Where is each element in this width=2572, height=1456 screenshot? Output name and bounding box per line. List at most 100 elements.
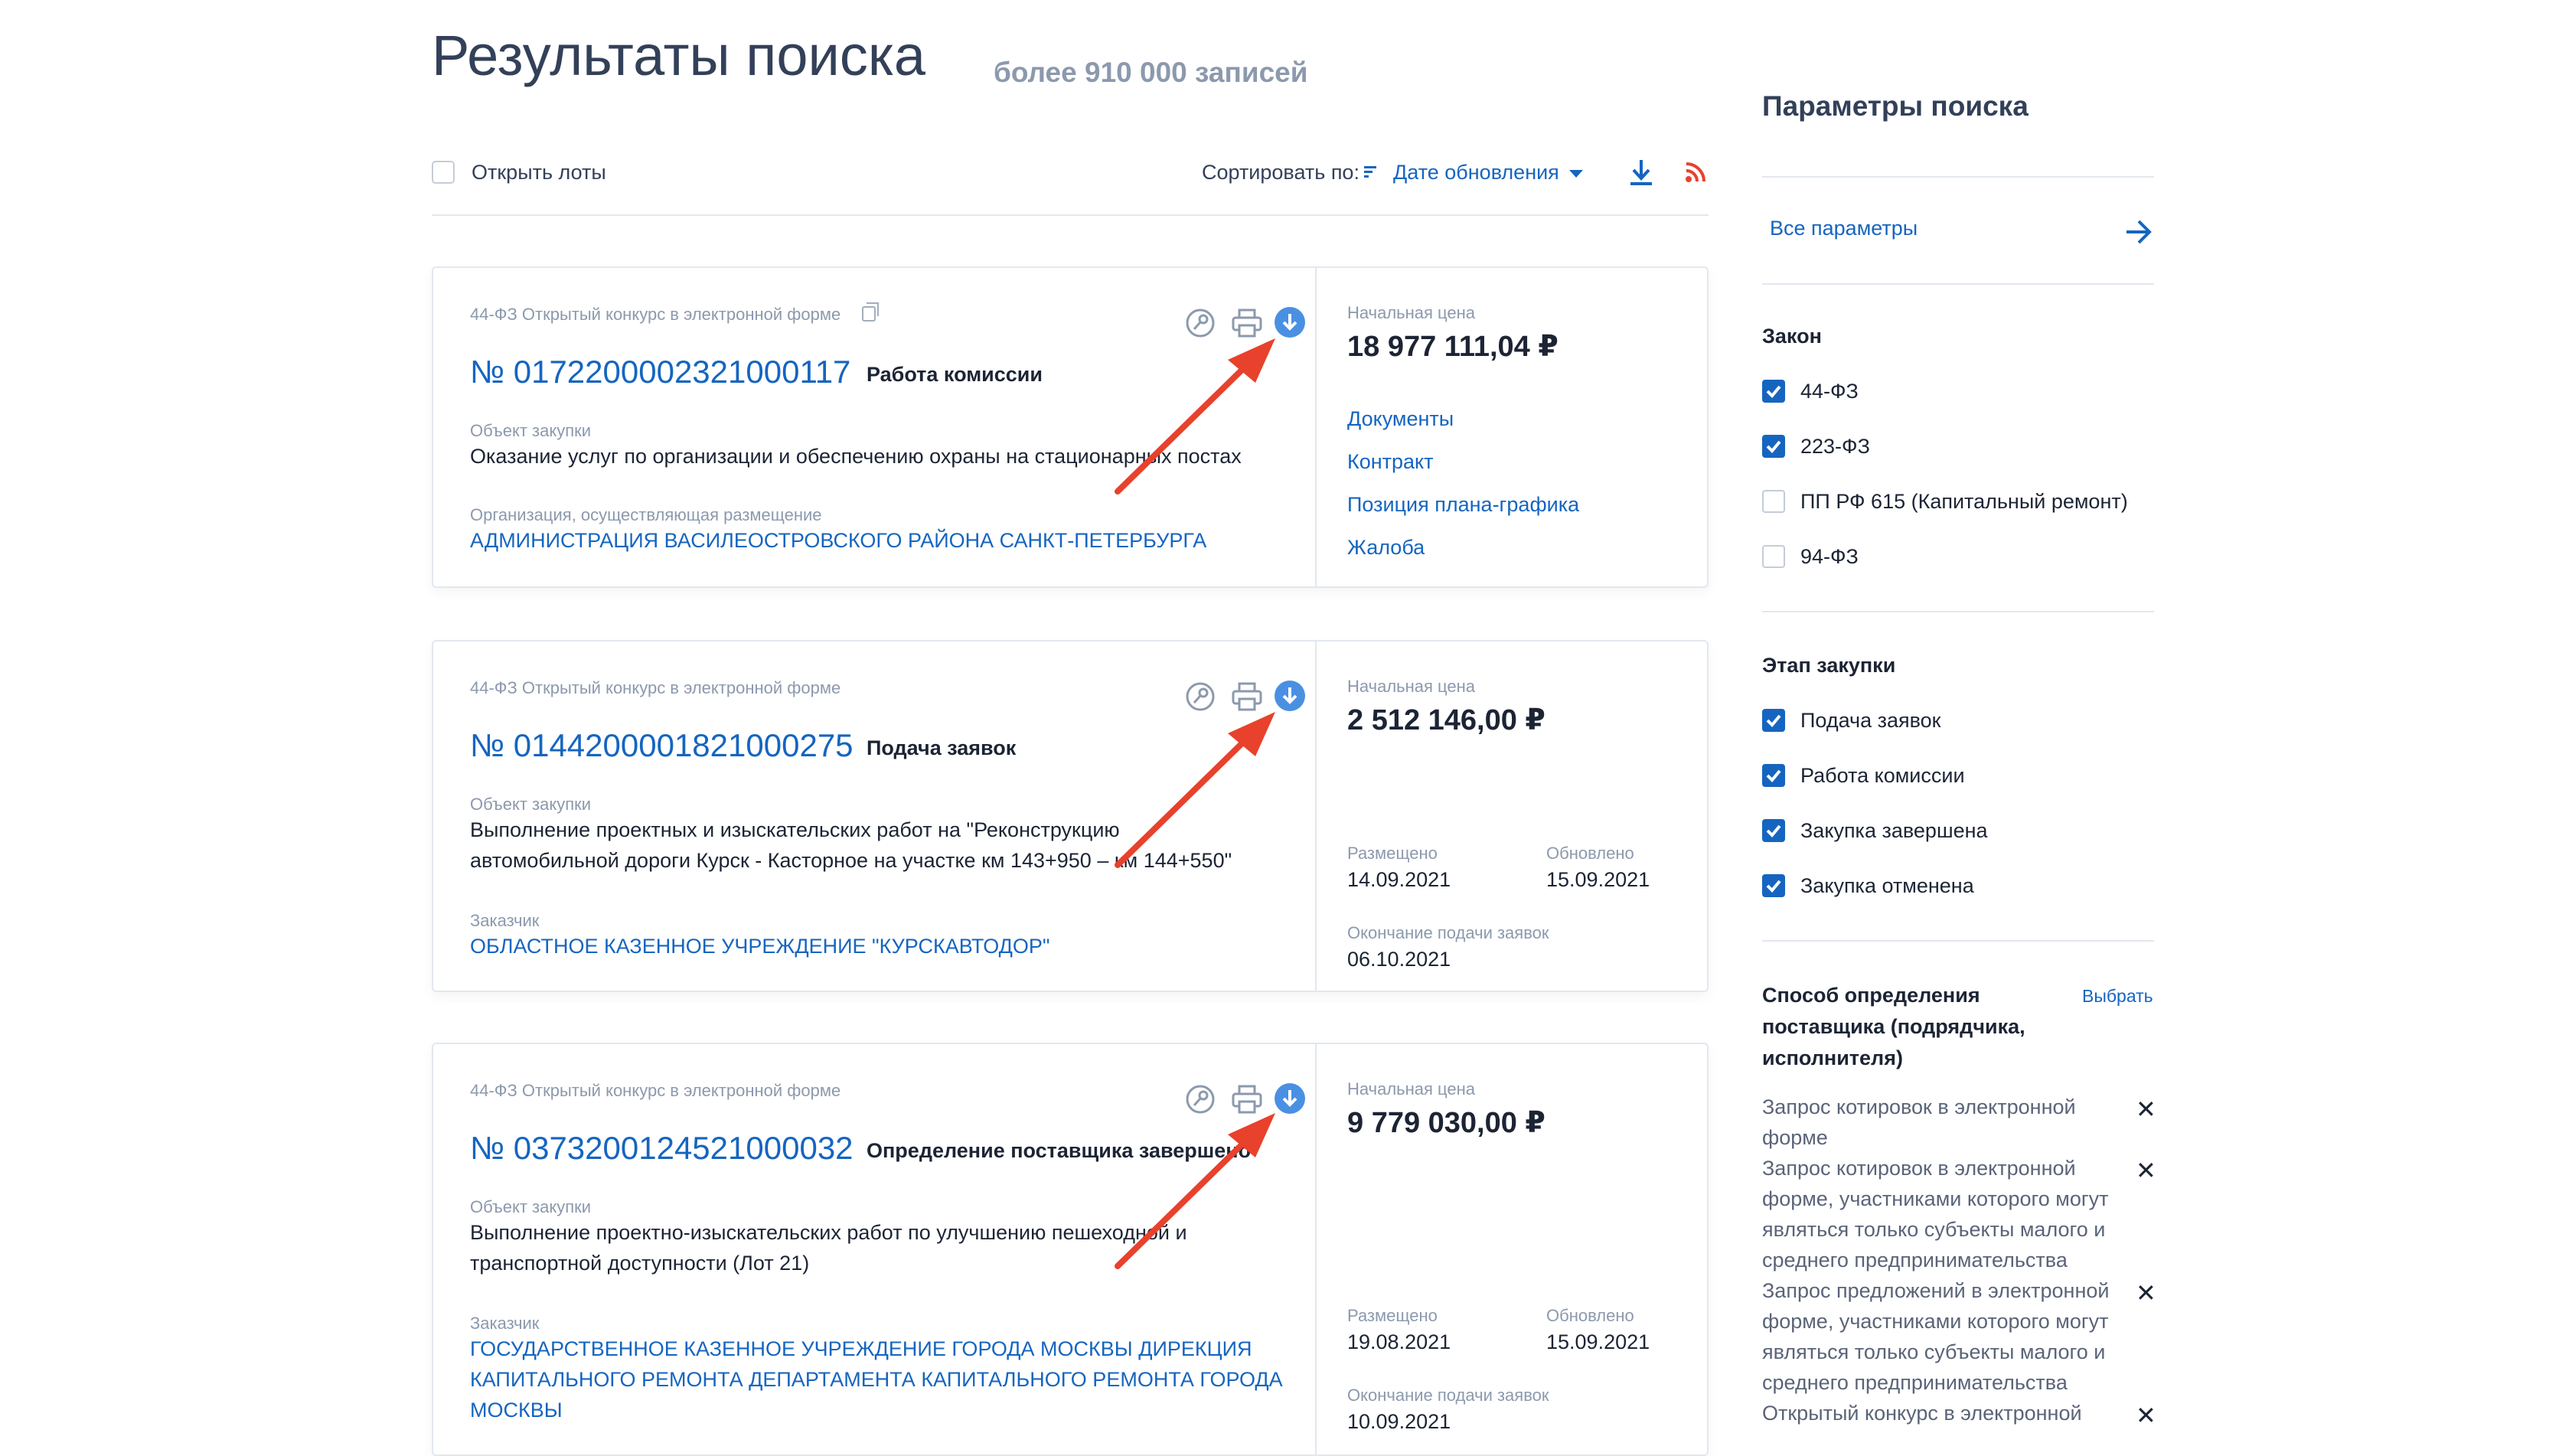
chevron-down-icon[interactable]	[1569, 170, 1583, 178]
open-lots-checkbox[interactable]	[432, 161, 455, 184]
customer-label: Заказчик	[470, 911, 540, 930]
deadline-label: Окончание подачи заявок	[1347, 923, 1549, 942]
object-label: Объект закупки	[470, 1197, 592, 1216]
object-label: Объект закупки	[470, 421, 592, 440]
check-icon	[1766, 769, 1781, 782]
organization-label: Организация, осуществляющая размещение	[470, 505, 822, 524]
method-item: Запрос котировок в электронной форме	[1762, 1095, 2076, 1149]
stage-checkbox-applications[interactable]	[1762, 709, 1785, 732]
price-value: 2 512 146,00 ₽	[1347, 704, 1545, 736]
law-checkbox-94[interactable]	[1762, 545, 1785, 568]
arrow-right-icon[interactable]	[2123, 218, 2154, 246]
customer-link[interactable]: КАПИТАЛЬНОГО РЕМОНТА ДЕПАРТАМЕНТА КАПИТА…	[470, 1364, 1283, 1395]
check-icon	[1766, 824, 1781, 837]
price-value: 18 977 111,04 ₽	[1347, 331, 1559, 363]
status-badge: Работа комиссии	[867, 363, 1043, 386]
updated-date: 15.09.2021	[1546, 868, 1650, 891]
result-card: 44-ФЗ Открытый конкурс в электронной фор…	[432, 266, 1709, 588]
procurement-number-link[interactable]: № 0172200002321000117	[470, 354, 850, 390]
annotation-arrow	[1115, 1113, 1275, 1269]
posted-label: Размещено	[1347, 844, 1438, 863]
object-text: транспортной доступности (Лот 21)	[470, 1252, 810, 1275]
procurement-type: 44-ФЗ Открытый конкурс в электронной фор…	[470, 1081, 841, 1100]
stage-label-completed: Закупка завершена	[1800, 819, 1988, 842]
customer-link[interactable]: ОБЛАСТНОЕ КАЗЕННОЕ УЧРЕЖДЕНИЕ "КУРСКАВТО…	[470, 931, 1050, 961]
law-checkbox-44[interactable]	[1762, 380, 1785, 403]
close-icon[interactable]: ✕	[2136, 1156, 2156, 1185]
check-icon	[1766, 440, 1781, 453]
results-count: более 910 000 записей	[994, 57, 1308, 88]
close-icon[interactable]: ✕	[2136, 1095, 2156, 1124]
check-icon	[1766, 880, 1781, 893]
price-label: Начальная цена	[1347, 1079, 1476, 1099]
method-item: Открытый конкурс в электронной	[1762, 1402, 2082, 1425]
sort-dropdown[interactable]: Дате обновления	[1393, 161, 1559, 184]
stage-label-commission: Работа комиссии	[1800, 764, 1965, 787]
method-select-link[interactable]: Выбрать	[2082, 986, 2153, 1007]
posted-date: 19.08.2021	[1347, 1330, 1451, 1353]
law-checkbox-615[interactable]	[1762, 490, 1785, 513]
result-card: 44-ФЗ Открытый конкурс в электронной фор…	[432, 640, 1709, 992]
procurement-type: 44-ФЗ Открытый конкурс в электронной фор…	[470, 305, 841, 324]
page-title: Результаты поиска	[432, 24, 926, 87]
filters-divider	[1762, 283, 2154, 285]
annotation-arrow	[1115, 712, 1275, 868]
method-item: Запрос котировок в электронной форме, уч…	[1762, 1157, 2109, 1272]
deadline-label: Окончание подачи заявок	[1347, 1386, 1549, 1405]
procurement-type: 44-ФЗ Открытый конкурс в электронной фор…	[470, 678, 841, 697]
law-section-title: Закон	[1762, 325, 1822, 348]
toolbar-divider	[432, 214, 1709, 216]
plan-position-link[interactable]: Позиция плана-графика	[1347, 493, 1579, 517]
download-icon[interactable]	[1627, 158, 1655, 187]
documents-link[interactable]: Документы	[1347, 407, 1454, 431]
filters-divider	[1762, 176, 2154, 178]
annotation-arrow	[1115, 338, 1275, 495]
price-label: Начальная цена	[1347, 677, 1476, 696]
price-value: 9 779 030,00 ₽	[1347, 1107, 1545, 1139]
organization-link[interactable]: АДМИНИСТРАЦИЯ ВАСИЛЕОСТРОВСКОГО РАЙОНА С…	[470, 525, 1206, 556]
card-divider	[1315, 641, 1317, 991]
stage-section-title: Этап закупки	[1762, 654, 1896, 677]
open-lots-label: Открыть лоты	[472, 161, 606, 184]
sort-label: Сортировать по:	[1202, 161, 1359, 184]
posted-date: 14.09.2021	[1347, 868, 1451, 891]
deadline-date: 06.10.2021	[1347, 948, 1451, 971]
close-icon[interactable]: ✕	[2136, 1401, 2156, 1430]
status-badge: Подача заявок	[867, 736, 1017, 759]
card-divider	[1315, 268, 1317, 586]
stage-checkbox-completed[interactable]	[1762, 819, 1785, 842]
price-label: Начальная цена	[1347, 303, 1476, 322]
complaint-link[interactable]: Жалоба	[1347, 536, 1425, 560]
law-checkbox-223[interactable]	[1762, 435, 1785, 458]
customer-link[interactable]: МОСКВЫ	[470, 1395, 563, 1425]
stage-checkbox-commission[interactable]	[1762, 764, 1785, 787]
method-item: Запрос предложений в электронной форме, …	[1762, 1279, 2110, 1394]
contract-link[interactable]: Контракт	[1347, 450, 1434, 474]
all-params-link[interactable]: Все параметры	[1770, 217, 1918, 240]
sort-icon	[1364, 166, 1376, 178]
result-card: 44-ФЗ Открытый конкурс в электронной фор…	[432, 1043, 1709, 1456]
check-icon	[1766, 385, 1781, 398]
stage-label-cancelled: Закупка отменена	[1800, 874, 1974, 897]
filters-title: Параметры поиска	[1762, 90, 2029, 122]
law-label-94: 94-ФЗ	[1800, 545, 1859, 568]
filters-divider	[1762, 940, 2154, 942]
object-label: Объект закупки	[470, 795, 592, 814]
law-label-44: 44-ФЗ	[1800, 380, 1859, 403]
copy-icon[interactable]	[862, 302, 879, 322]
card-divider	[1315, 1044, 1317, 1454]
stage-checkbox-cancelled[interactable]	[1762, 874, 1785, 897]
procurement-number-link[interactable]: № 0144200001821000275	[470, 727, 854, 764]
object-text: Выполнение проектных и изыскательских ра…	[470, 818, 1120, 841]
close-icon[interactable]: ✕	[2136, 1278, 2156, 1307]
law-label-223: 223-ФЗ	[1800, 435, 1870, 458]
customer-link[interactable]: ГОСУДАРСТВЕННОЕ КАЗЕННОЕ УЧРЕЖДЕНИЕ ГОРО…	[470, 1334, 1252, 1364]
deadline-date: 10.09.2021	[1347, 1410, 1451, 1433]
updated-label: Обновлено	[1546, 1306, 1634, 1325]
stage-label-applications: Подача заявок	[1800, 709, 1941, 732]
procurement-number-link[interactable]: № 0373200124521000032	[470, 1130, 854, 1167]
posted-label: Размещено	[1347, 1306, 1438, 1325]
updated-date: 15.09.2021	[1546, 1330, 1650, 1353]
law-label-615: ПП РФ 615 (Капитальный ремонт)	[1800, 490, 2128, 513]
rss-icon[interactable]	[1684, 161, 1707, 184]
